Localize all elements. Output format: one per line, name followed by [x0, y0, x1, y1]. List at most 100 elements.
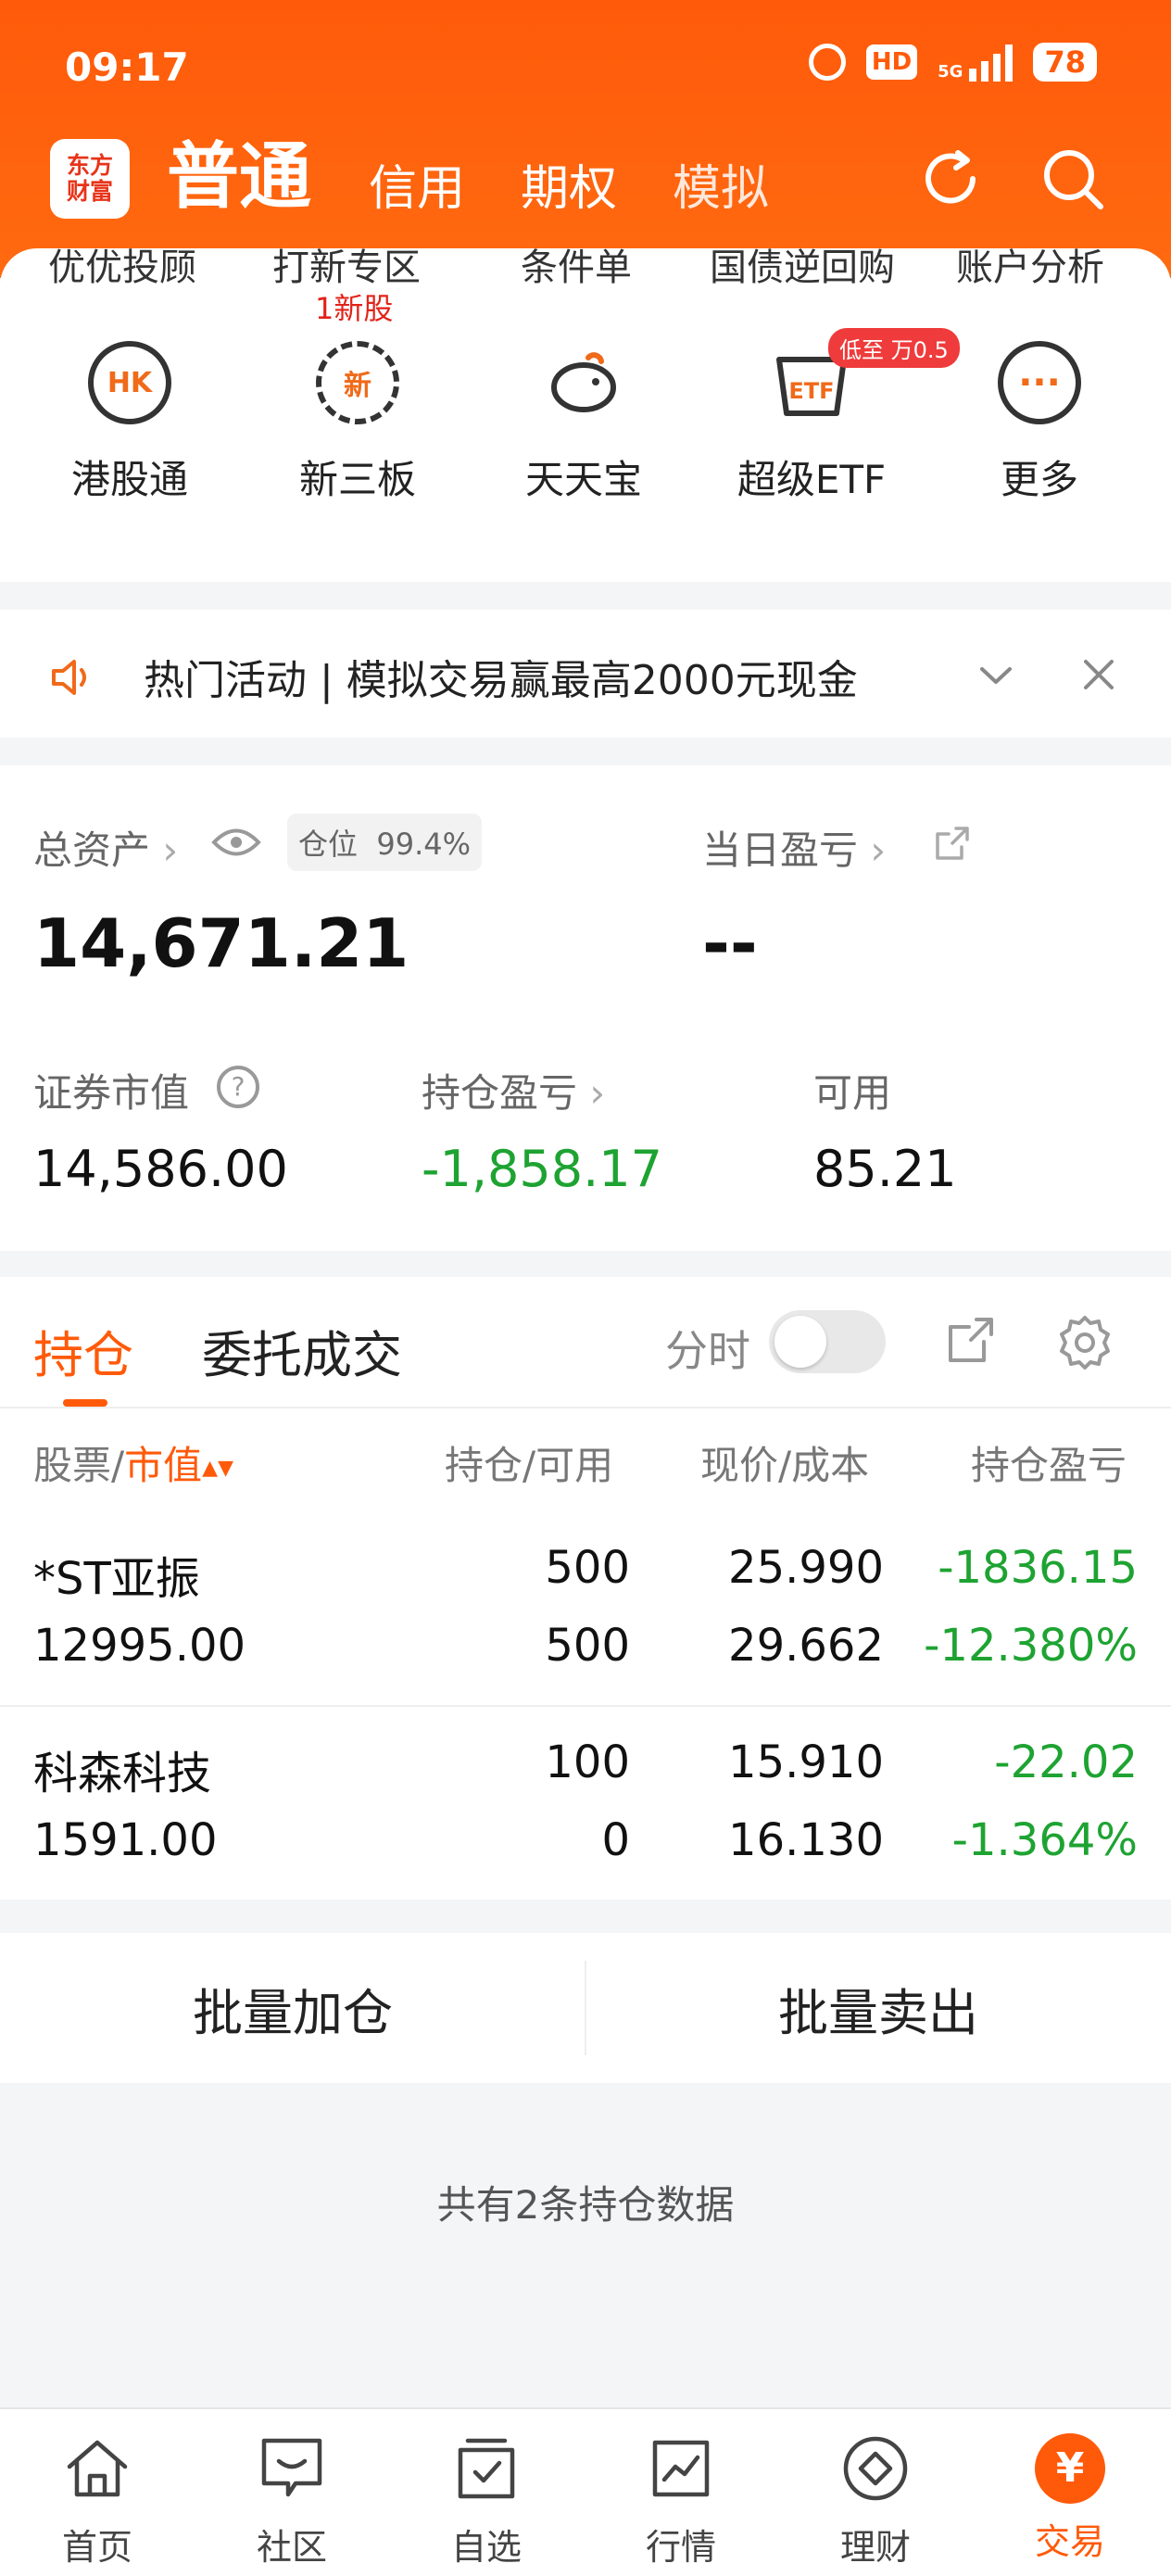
- column-price-cost: 现价/成本: [700, 1443, 870, 1488]
- menu-item-repo[interactable]: 国债逆回购: [710, 248, 895, 291]
- menu-top-row: 优优投顾 打新专区 条件单 国债逆回购 账户分析: [0, 248, 1171, 293]
- holding-pl-label[interactable]: 持仓盈亏 ›: [422, 1062, 605, 1118]
- position-value: 99.4%: [376, 827, 472, 862]
- status-icons: HD 5G 78: [808, 43, 1097, 82]
- nav-wealth[interactable]: 理财: [778, 2431, 973, 2570]
- bottom-nav: 首页 社区 自选 行情 理财 ¥ 交易: [0, 2407, 1171, 2576]
- search-icon[interactable]: [1038, 144, 1108, 214]
- stock-name: 科森科技: [33, 1748, 212, 1799]
- quick-item-more[interactable]: ··· 更多: [938, 341, 1141, 505]
- daily-pl-value: --: [702, 904, 758, 982]
- tab-underline: [63, 1399, 107, 1407]
- logo-text-line1: 东方: [66, 152, 113, 179]
- piggy-bank-icon: [551, 352, 616, 412]
- gear-icon[interactable]: [1054, 1312, 1115, 1373]
- network-label: 5G: [938, 62, 963, 82]
- quick-label: 新三板: [298, 457, 416, 502]
- column-holding-pl: 持仓盈亏: [971, 1443, 1127, 1488]
- stock-pl: -22.02: [994, 1736, 1138, 1788]
- daily-pl-label[interactable]: 当日盈亏 ›: [702, 819, 886, 876]
- total-assets-value: 14,671.21: [33, 904, 409, 982]
- tab-normal[interactable]: 普通: [167, 119, 311, 232]
- stock-pl-pct: -1.364%: [951, 1814, 1138, 1866]
- stock-market-value: 12995.00: [33, 1620, 246, 1672]
- account-type-tabs: 普通 信用 期权 模拟: [167, 130, 825, 232]
- menu-item-advisor[interactable]: 优优投顾: [48, 248, 196, 291]
- nav-trade[interactable]: ¥ 交易: [973, 2431, 1167, 2564]
- quick-item-neeq[interactable]: 新 新三板: [256, 341, 460, 505]
- stock-price: 25.990: [728, 1542, 884, 1594]
- quick-item-tiantianbao[interactable]: 天天宝: [482, 341, 686, 505]
- chevron-down-icon[interactable]: [975, 654, 1017, 697]
- stock-cost: 16.130: [728, 1814, 884, 1866]
- holdings-count-text: 共有2条持仓数据: [436, 2182, 735, 2228]
- logo-text-line2: 财富: [66, 178, 113, 205]
- market-value-label: 证券市值: [33, 1070, 190, 1116]
- eye-icon[interactable]: [211, 825, 261, 860]
- quick-label: 超级ETF: [737, 457, 887, 502]
- batch-actions: 批量加仓 批量卖出: [0, 1933, 1171, 2083]
- trade-icon: ¥: [1035, 2433, 1105, 2504]
- status-time: 09:17: [65, 44, 189, 90]
- nav-market[interactable]: 行情: [584, 2431, 778, 2570]
- column-hold-available: 持仓/可用: [445, 1443, 614, 1488]
- tab-simulation[interactable]: 模拟: [673, 149, 769, 232]
- stock-pl-pct: -12.380%: [924, 1620, 1138, 1672]
- tab-orders[interactable]: 委托成交: [202, 1314, 402, 1387]
- asset-summary: 总资产 › 仓位 99.4% 14,671.21 当日盈亏 › -- 证券市值 …: [0, 765, 1171, 1251]
- quick-label: 港股通: [70, 457, 188, 502]
- batch-sell-button[interactable]: 批量卖出: [586, 1933, 1171, 2083]
- signal-icon: 5G: [938, 43, 1014, 82]
- nav-watchlist[interactable]: 自选: [389, 2431, 584, 2570]
- market-value: 14,586.00: [33, 1140, 288, 1198]
- quick-item-hk-connect[interactable]: HK 港股通: [28, 341, 232, 505]
- hd-badge: HD: [865, 44, 918, 80]
- status-bar: 09:17 HD 5G 78: [0, 0, 1171, 130]
- hk-icon: HK: [88, 341, 171, 424]
- quick-item-super-etf[interactable]: ETF 低至 万0.5 超级ETF: [710, 328, 960, 505]
- alarm-icon: [808, 44, 846, 81]
- position-label: 仓位: [298, 827, 359, 862]
- column-stock[interactable]: 股票/市值▲▼: [33, 1434, 233, 1491]
- activity-notice-bar[interactable]: 热门活动 | 模拟交易赢最高2000元现金: [0, 610, 1171, 738]
- toggle-knob: [774, 1316, 826, 1368]
- close-icon[interactable]: [1077, 652, 1121, 697]
- quick-label: 更多: [1000, 457, 1078, 502]
- tab-credit[interactable]: 信用: [369, 149, 465, 232]
- stock-available: 500: [545, 1620, 630, 1672]
- home-icon: [67, 2440, 128, 2497]
- batch-add-button[interactable]: 批量加仓: [0, 1933, 586, 2083]
- chart-icon: [652, 2440, 710, 2497]
- nav-community[interactable]: 社区: [195, 2431, 389, 2570]
- holding-pl-value: -1,858.17: [422, 1140, 662, 1198]
- stock-pl: -1836.15: [938, 1542, 1138, 1594]
- share-icon[interactable]: [943, 1312, 999, 1368]
- divider: [0, 1407, 1171, 1408]
- svg-text:ETF: ETF: [788, 378, 834, 404]
- tab-options[interactable]: 期权: [521, 149, 617, 232]
- total-assets-label[interactable]: 总资产 ›: [33, 819, 178, 876]
- refresh-icon[interactable]: [915, 144, 986, 214]
- stock-hold: 100: [545, 1736, 630, 1788]
- intraday-toggle[interactable]: [769, 1310, 886, 1373]
- notice-text[interactable]: 热门活动 | 模拟交易赢最高2000元现金: [144, 647, 858, 706]
- nav-home[interactable]: 首页: [0, 2431, 195, 2570]
- positions-panel: 持仓 委托成交 分时 股票/市值▲▼ 持仓/可用 现价/成本 持仓盈亏 *ST亚…: [0, 1277, 1171, 1900]
- help-icon[interactable]: ?: [217, 1066, 259, 1108]
- menu-item-conditional-order[interactable]: 条件单: [521, 248, 632, 291]
- available-label: 可用: [813, 1070, 892, 1116]
- sort-icon: ▲▼: [202, 1457, 234, 1480]
- quick-menu-card: 优优投顾 打新专区 条件单 国债逆回购 账户分析 1新股 HK 港股通 新 新三…: [0, 248, 1171, 582]
- external-link-icon[interactable]: [932, 823, 973, 864]
- new-board-icon: 新: [316, 341, 399, 424]
- menu-item-account-analysis[interactable]: 账户分析: [956, 248, 1104, 291]
- tab-holdings[interactable]: 持仓: [33, 1314, 133, 1387]
- diamond-icon: [843, 2436, 908, 2501]
- intraday-label: 分时: [665, 1326, 750, 1376]
- battery-indicator: 78: [1033, 43, 1097, 82]
- speaker-icon: [52, 660, 86, 695]
- more-icon: ···: [998, 341, 1081, 424]
- available-value: 85.21: [813, 1140, 957, 1198]
- app-logo[interactable]: 东方 财富: [50, 139, 130, 219]
- new-stock-tag: 1新股: [315, 291, 394, 326]
